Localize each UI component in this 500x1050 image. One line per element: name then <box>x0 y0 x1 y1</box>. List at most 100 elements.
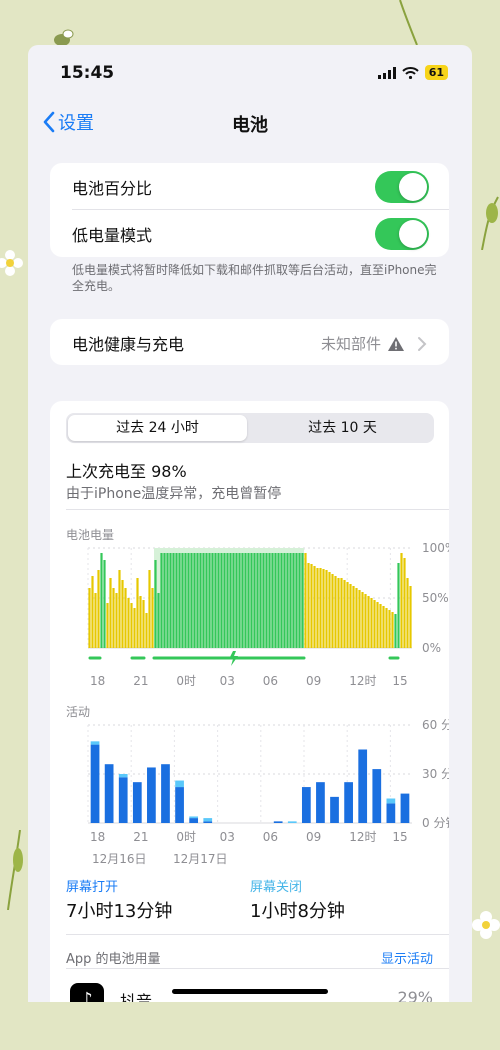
battery-level-bar <box>244 553 247 648</box>
battery-level-bar <box>304 553 307 648</box>
screen-on-bar <box>189 818 199 823</box>
battery-level-bar <box>274 553 277 648</box>
battery-level-bar <box>193 553 196 648</box>
battery-level-x-tick: 21 <box>133 674 148 688</box>
screen-on-bar <box>386 803 396 823</box>
battery-level-bar <box>289 553 292 648</box>
battery-level-bar <box>94 593 97 648</box>
battery-level-bar <box>121 580 124 648</box>
leaf-decoration-icon <box>7 830 23 910</box>
battery-level-badge: 61 <box>424 65 448 80</box>
battery-level-bar <box>346 582 349 648</box>
battery-health-value: 未知部件 <box>320 335 381 353</box>
battery-level-bar <box>358 590 361 648</box>
battery-level-bar <box>313 566 316 648</box>
activity-x-tick: 09 <box>306 830 321 844</box>
battery-level-bar <box>307 563 310 648</box>
battery-level-bar <box>145 613 148 648</box>
battery-level-bar <box>310 564 313 648</box>
battery-level-bar <box>379 604 382 648</box>
activity-y-tick: 0 分钟 <box>422 815 449 830</box>
activity-chart: 60 分钟 30 分钟 0 分钟 18 21 0时 03 06 09 12时 15 12月16日 12月… <box>87 717 449 866</box>
battery-level-bar <box>253 553 256 648</box>
battery-level-bar <box>250 553 253 648</box>
battery-level-x-tick: 0时 <box>176 674 196 688</box>
wifi-icon <box>402 66 419 79</box>
low-power-note: 低电量模式将暂时降低如下载和邮件抓取等后台活动，直至iPhone完全充电。 <box>72 263 437 293</box>
battery-level-bar <box>208 553 211 648</box>
battery-level-bar <box>322 569 325 648</box>
low-power-mode-row: 低电量模式 <box>50 210 449 257</box>
screen-off-bar <box>90 741 100 745</box>
tab-24-hours[interactable]: 过去 24 小时 <box>68 415 247 441</box>
battery-level-bar <box>268 553 271 648</box>
battery-level-bar <box>403 558 406 648</box>
battery-level-bar <box>376 602 379 648</box>
battery-level-bar <box>166 553 169 648</box>
activity-x-tick: 12时 <box>349 830 376 844</box>
battery-level-x-tick: 09 <box>306 674 321 688</box>
battery-level-bar <box>196 553 199 648</box>
navigation-bar: 设置 电池 <box>28 105 472 139</box>
tab-10-days[interactable]: 过去 10 天 <box>253 415 432 441</box>
activity-y-tick: 60 分钟 <box>422 717 449 732</box>
battery-usage-card: 过去 24 小时 过去 10 天 上次充电至 98% 由于iPhone温度异常，… <box>50 401 449 1002</box>
phone-screen: 15:45 61 设置 电池 电池百分比 低电量模式 低电量模式将暂时降低如下载… <box>28 45 472 1002</box>
douyin-app-icon: ♪ <box>70 983 104 1002</box>
battery-level-bar <box>271 553 274 648</box>
battery-health-row[interactable]: 电池健康与充电 未知部件 <box>50 319 449 365</box>
battery-level-bar <box>172 553 175 648</box>
screen-off-bar <box>175 780 184 788</box>
battery-level-bar <box>118 570 121 648</box>
battery-level-bar <box>298 553 301 648</box>
battery-level-bar <box>124 588 127 648</box>
screen-off-bar <box>203 818 213 822</box>
activity-x-tick: 18 <box>90 830 105 844</box>
battery-level-chart: 100% 50% 0% 18 21 0时 03 06 09 12时 15 <box>87 541 449 688</box>
activity-x-tick: 06 <box>263 830 278 844</box>
battery-level-bar <box>367 596 370 648</box>
battery-level-bar <box>199 553 202 648</box>
screen-off-bar <box>189 816 199 819</box>
app-usage-header: App 的电池用量 <box>66 952 161 967</box>
battery-percentage-toggle[interactable] <box>375 171 429 203</box>
battery-level-bar <box>328 572 331 648</box>
battery-level-bar <box>157 593 160 648</box>
screen-on-bar <box>161 764 170 823</box>
battery-level-y-tick: 50% <box>422 591 449 605</box>
battery-level-x-tick: 12时 <box>349 674 376 688</box>
battery-level-bar <box>256 553 259 648</box>
battery-level-bar <box>226 553 229 648</box>
battery-level-bar <box>91 576 94 648</box>
battery-level-bar <box>133 608 136 648</box>
battery-level-bar <box>109 578 112 648</box>
battery-level-bar <box>160 553 163 648</box>
battery-level-bar <box>163 553 166 648</box>
screen-on-value: 7小时13分钟 <box>66 901 173 922</box>
battery-level-bar <box>331 574 334 648</box>
battery-level-bar <box>400 553 403 648</box>
battery-level-bar <box>292 553 295 648</box>
battery-level-bar <box>247 553 250 648</box>
battery-level-bar <box>337 578 340 648</box>
battery-level-bar <box>175 553 178 648</box>
low-power-mode-toggle[interactable] <box>375 218 429 250</box>
low-power-mode-label: 低电量模式 <box>72 225 153 245</box>
screen-on-bar <box>330 796 339 823</box>
screen-off-bar <box>386 798 396 804</box>
battery-level-bar <box>316 568 319 648</box>
battery-level-bar <box>295 553 298 648</box>
battery-level-bar <box>352 586 355 648</box>
battery-level-bar <box>136 578 139 648</box>
last-charge-title: 上次充电至 98% <box>66 462 187 481</box>
battery-level-bar <box>382 606 385 648</box>
battery-level-bar <box>280 553 283 648</box>
battery-level-bar <box>148 570 151 648</box>
activity-x-tick: 15 <box>392 830 407 844</box>
show-activity-link[interactable]: 显示活动 <box>381 948 433 967</box>
battery-level-bar <box>283 553 286 648</box>
screen-off-label: 屏幕关闭 <box>250 880 303 895</box>
battery-level-bar <box>385 608 388 648</box>
battery-level-bar <box>151 588 154 648</box>
screen-on-bar <box>316 782 325 823</box>
